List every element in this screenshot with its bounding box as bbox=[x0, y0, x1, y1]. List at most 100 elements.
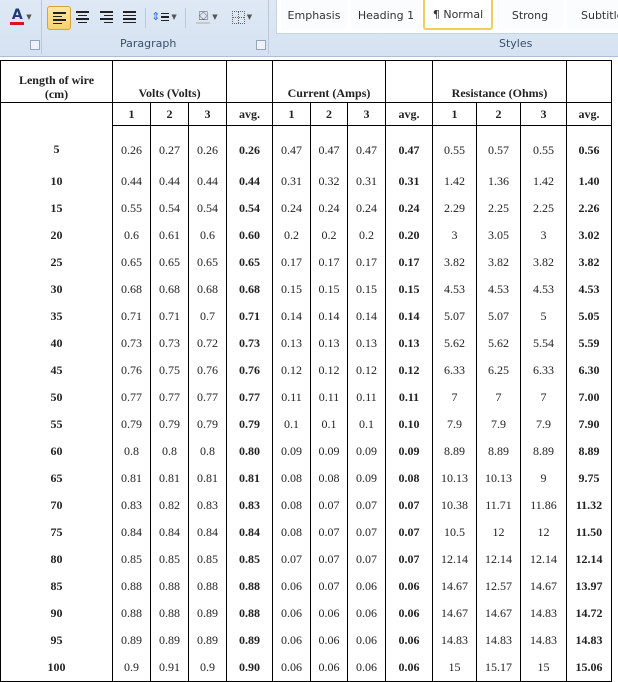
style-strong[interactable]: Strong bbox=[497, 0, 563, 30]
resistance-trial-cell: 15 bbox=[432, 654, 477, 682]
trial-1-header: 1 bbox=[112, 102, 151, 126]
style-normal[interactable]: ¶ Normal bbox=[423, 0, 493, 30]
volts-trial-cell: 0.6 bbox=[112, 222, 151, 249]
volts-trial-cell: 0.44 bbox=[188, 168, 227, 195]
divider bbox=[185, 8, 186, 28]
current-trial-cell: 0.06 bbox=[347, 573, 386, 600]
current-trial-cell: 0.12 bbox=[272, 357, 311, 384]
length-cell: 35 bbox=[0, 303, 113, 330]
font-dialog-launcher[interactable] bbox=[30, 40, 40, 50]
volts-avg-cell: 0.83 bbox=[226, 492, 273, 519]
volts-trial-cell: 0.89 bbox=[188, 627, 227, 654]
volts-trial-cell: 0.6 bbox=[188, 222, 227, 249]
current-trial-cell: 0.1 bbox=[272, 411, 311, 438]
volts-header: Volts (Volts) bbox=[112, 60, 227, 103]
current-avg-cell: 0.31 bbox=[385, 168, 433, 195]
volts-trial-cell: 0.7 bbox=[188, 303, 227, 330]
resistance-trial-cell: 6.33 bbox=[432, 357, 477, 384]
volts-avg-cell: 0.44 bbox=[226, 168, 273, 195]
style-subtitle[interactable]: Subtitle bbox=[567, 0, 618, 30]
chevron-down-icon: ▼ bbox=[26, 13, 32, 21]
current-trial-cell: 0.11 bbox=[347, 384, 386, 411]
volts-trial-cell: 0.68 bbox=[188, 276, 227, 303]
volts-trial-cell: 0.73 bbox=[112, 330, 151, 357]
resistance-trial-cell: 12 bbox=[476, 519, 521, 546]
current-trial-cell: 0.1 bbox=[310, 411, 348, 438]
paragraph-dialog-launcher[interactable] bbox=[256, 40, 266, 50]
resistance-trial-cell: 8.89 bbox=[432, 438, 477, 465]
table-row: 50 0.77 0.77 0.77 0.77 0.11 0.11 0.11 0.11 7 7 7 7.0… bbox=[0, 384, 612, 411]
resistance-avg-cell: 5.05 bbox=[566, 303, 612, 330]
volts-trial-cell: 0.65 bbox=[112, 249, 151, 276]
current-trial-cell: 0.12 bbox=[347, 357, 386, 384]
resistance-trial-cell: 14.67 bbox=[520, 573, 567, 600]
current-trial-cell: 0.08 bbox=[272, 492, 311, 519]
font-color-button[interactable]: A ▼ bbox=[6, 6, 36, 28]
volts-trial-cell: 0.88 bbox=[112, 573, 151, 600]
volts-trial-cell: 0.89 bbox=[188, 600, 227, 627]
volts-trial-cell: 0.91 bbox=[150, 654, 189, 682]
current-avg-cell: 0.13 bbox=[385, 330, 433, 357]
align-right-button[interactable] bbox=[95, 6, 117, 28]
current-trial-cell: 0.17 bbox=[310, 249, 348, 276]
length-header-line2: (cm) bbox=[44, 87, 69, 101]
current-trial-cell: 0.2 bbox=[272, 222, 311, 249]
volts-trial-cell: 0.81 bbox=[150, 465, 189, 492]
shading-button[interactable]: ⛋ ▼ bbox=[192, 6, 222, 28]
resistance-trial-cell: 12.14 bbox=[476, 546, 521, 573]
resistance-trial-cell: 5.07 bbox=[432, 303, 477, 330]
current-trial-cell: 0.31 bbox=[272, 168, 311, 195]
borders-button[interactable]: ▼ bbox=[227, 6, 257, 28]
resistance-trial-cell: 12.14 bbox=[432, 546, 477, 573]
subheader-row: 1 2 3 avg. 1 2 3 avg. 1 2 3 avg. bbox=[0, 102, 612, 126]
current-avg-cell: 0.07 bbox=[385, 546, 433, 573]
trial-2-header: 2 bbox=[150, 102, 189, 126]
volts-trial-cell: 0.83 bbox=[112, 492, 151, 519]
resistance-avg-cell: 11.32 bbox=[566, 492, 612, 519]
length-cell: 20 bbox=[0, 222, 113, 249]
length-cell: 90 bbox=[0, 600, 113, 627]
resistance-trial-cell: 9 bbox=[520, 465, 567, 492]
volts-trial-cell: 0.73 bbox=[150, 330, 189, 357]
current-trial-cell: 0.12 bbox=[310, 357, 348, 384]
resistance-trial-cell: 11.86 bbox=[520, 492, 567, 519]
current-avg-cell: 0.08 bbox=[385, 465, 433, 492]
align-center-button[interactable] bbox=[71, 6, 93, 28]
length-cell: 85 bbox=[0, 573, 113, 600]
current-trial-cell: 0.24 bbox=[310, 195, 348, 222]
length-cell: 40 bbox=[0, 330, 113, 357]
resistance-avg-cell: 14.83 bbox=[566, 627, 612, 654]
current-trial-cell: 0.06 bbox=[347, 654, 386, 682]
styles-group-label: Styles bbox=[499, 37, 533, 50]
styles-gallery: Emphasis Heading 1 ¶ Normal Strong Subti… bbox=[276, 0, 618, 34]
paragraph-group-label: Paragraph bbox=[120, 37, 177, 50]
justify-button[interactable] bbox=[118, 6, 140, 28]
resistance-trial-cell: 6.33 bbox=[520, 357, 567, 384]
line-spacing-button[interactable]: ⇕ ▼ bbox=[150, 6, 178, 28]
style-emphasis[interactable]: Emphasis bbox=[281, 0, 347, 30]
resistance-trial-cell: 14.83 bbox=[520, 600, 567, 627]
borders-icon bbox=[231, 10, 245, 24]
style-heading-1[interactable]: Heading 1 bbox=[351, 0, 421, 30]
resistance-avg-cell: 2.26 bbox=[566, 195, 612, 222]
resistance-avg-cell: 3.02 bbox=[566, 222, 612, 249]
volts-trial-cell: 0.72 bbox=[188, 330, 227, 357]
align-left-button[interactable] bbox=[47, 6, 71, 30]
current-trial-cell: 0.07 bbox=[310, 492, 348, 519]
resistance-trial-cell: 12 bbox=[520, 519, 567, 546]
resistance-header: Resistance (Ohms) bbox=[432, 60, 567, 103]
current-trial-cell: 0.14 bbox=[272, 303, 311, 330]
style-label: Strong bbox=[511, 8, 549, 22]
current-avg-cell: 0.10 bbox=[385, 411, 433, 438]
resistance-trial-cell: 2.29 bbox=[432, 195, 477, 222]
length-cell: 80 bbox=[0, 546, 113, 573]
current-trial-cell: 0.06 bbox=[310, 627, 348, 654]
resistance-avg-header-blank bbox=[566, 60, 612, 103]
resistance-avg-cell: 7.90 bbox=[566, 411, 612, 438]
resistance-trial-cell: 10.13 bbox=[432, 465, 477, 492]
resistance-trial-cell: 3 bbox=[520, 222, 567, 249]
volts-trial-cell: 0.83 bbox=[188, 492, 227, 519]
resistance-trial-cell: 3.82 bbox=[432, 249, 477, 276]
resistance-avg-cell: 3.82 bbox=[566, 249, 612, 276]
length-cell: 45 bbox=[0, 357, 113, 384]
